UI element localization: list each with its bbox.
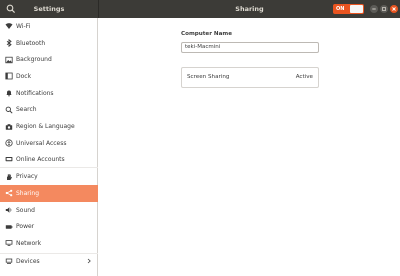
sidebar-item-label: Devices <box>16 257 40 265</box>
toggle-knob <box>350 5 363 13</box>
close-icon <box>392 7 396 11</box>
search-icon <box>5 106 13 114</box>
sidebar-item-region-language[interactable]: Region & Language <box>0 118 98 135</box>
sidebar-item-label: Universal Access <box>16 139 67 147</box>
sidebar-header: Settings <box>0 0 98 18</box>
computer-name-field[interactable]: teki-Macmini <box>181 42 319 53</box>
screen-sharing-row[interactable]: Screen Sharing Active <box>182 68 318 87</box>
settings-title: Settings <box>33 5 65 13</box>
share-icon <box>5 189 13 197</box>
close-button[interactable] <box>390 5 398 13</box>
sidebar-item-background[interactable]: Background <box>0 51 98 68</box>
background-icon <box>5 56 13 64</box>
sidebar-item-power[interactable]: Power <box>0 218 98 235</box>
hand-icon <box>5 173 13 181</box>
screen-sharing-status: Active <box>295 74 313 80</box>
computer-name-label: Computer Name <box>181 31 233 37</box>
sidebar-item-label: Bluetooth <box>16 39 46 47</box>
maximize-button[interactable] <box>380 5 388 13</box>
sidebar-item-universal-access[interactable]: Universal Access <box>0 135 98 152</box>
sidebar-item-online-accounts[interactable]: Online Accounts <box>0 152 98 169</box>
sidebar-item-network[interactable]: Network <box>0 235 98 252</box>
sidebar-item-label: Dock <box>16 72 32 80</box>
minimize-button[interactable] <box>370 5 378 13</box>
sidebar-item-label: Notifications <box>16 89 54 97</box>
dock-icon <box>5 72 13 80</box>
sidebar-item-label: Online Accounts <box>16 155 65 163</box>
screen-sharing-label: Screen Sharing <box>187 74 230 80</box>
sidebar-item-label: Wi-Fi <box>16 22 31 30</box>
sidebar-item-wifi[interactable]: Wi-Fi <box>0 18 98 35</box>
sidebar-item-label: Power <box>16 223 35 231</box>
sidebar-item-devices[interactable]: Devices <box>0 252 98 270</box>
chevron-right-icon <box>87 259 91 264</box>
accessibility-icon <box>5 139 13 147</box>
sidebar-item-label: Region & Language <box>16 123 75 131</box>
wifi-icon <box>5 22 13 30</box>
sidebar-item-label: Background <box>16 56 52 64</box>
toggle-label: ON <box>336 6 345 12</box>
sidebar-item-bluetooth[interactable]: Bluetooth <box>0 35 98 52</box>
sidebar-item-search[interactable]: Search <box>0 102 98 119</box>
bluetooth-icon <box>5 39 13 48</box>
cloud-icon <box>5 155 13 163</box>
maximize-icon <box>382 7 386 11</box>
sidebar-item-notifications[interactable]: Notifications <box>0 85 98 102</box>
sidebar-item-sharing[interactable]: Sharing <box>0 185 98 202</box>
title-bar: Settings Sharing ON <box>0 0 400 18</box>
power-icon <box>5 223 13 231</box>
sidebar-item-label: Search <box>16 106 37 114</box>
sidebar-item-label: Sharing <box>16 189 40 197</box>
sharing-toggle[interactable]: ON <box>333 4 364 14</box>
sharing-services-list: Screen Sharing Active <box>181 67 319 88</box>
camera-icon <box>5 123 13 131</box>
sidebar-item-label: Network <box>16 239 42 247</box>
minimize-icon <box>372 8 376 10</box>
speaker-icon <box>5 206 13 214</box>
sidebar-item-privacy[interactable]: Privacy <box>0 168 98 185</box>
sidebar-item-dock[interactable]: Dock <box>0 68 98 85</box>
sidebar-item-sound[interactable]: Sound <box>0 202 98 219</box>
devices-icon <box>5 257 13 265</box>
bell-icon <box>5 89 13 97</box>
network-icon <box>5 239 13 247</box>
sidebar: Wi-Fi Bluetooth Background Dock Notifica… <box>0 18 98 276</box>
sharing-panel: Computer Name teki-Macmini Screen Sharin… <box>99 18 400 276</box>
sidebar-item-label: Privacy <box>16 173 38 181</box>
sidebar-item-label: Sound <box>16 206 35 214</box>
